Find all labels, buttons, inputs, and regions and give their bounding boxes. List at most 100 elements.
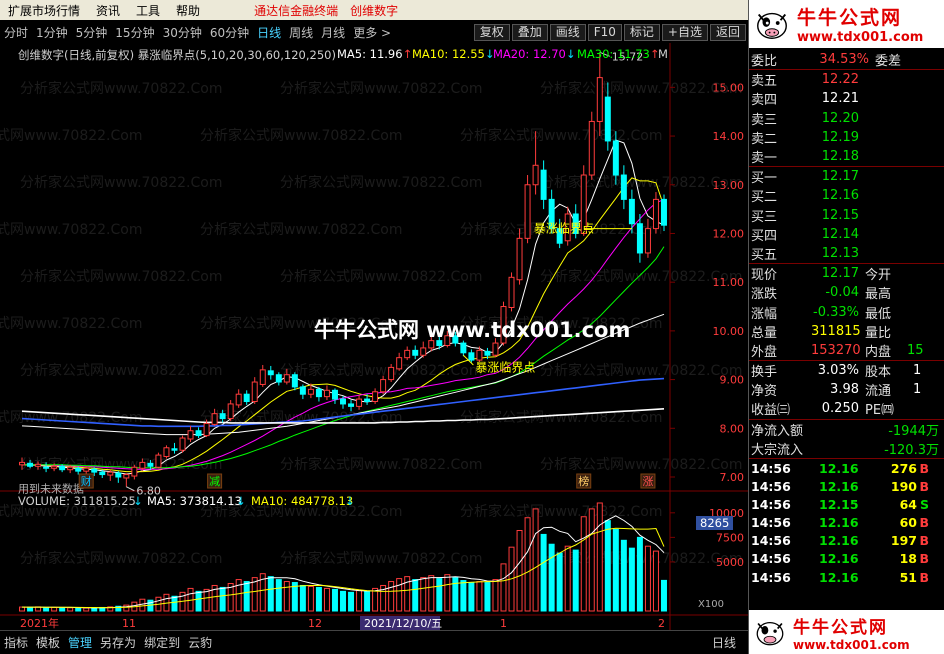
tab-template[interactable]: 模板 xyxy=(32,634,64,651)
ask-row[interactable]: 卖三 12.20 xyxy=(749,109,944,128)
background-watermark: 分析家公式网www.70822.Com xyxy=(0,127,142,144)
tick-direction: B xyxy=(919,533,929,549)
adjust-button[interactable]: 复权 xyxy=(473,24,510,41)
menu-item-help[interactable]: 帮助 xyxy=(168,2,208,19)
tab-yunbao[interactable]: 云豹 xyxy=(184,634,216,651)
overlay-button[interactable]: 叠加 xyxy=(511,24,548,41)
menu-item-news[interactable]: 资讯 xyxy=(88,2,128,19)
period-1min[interactable]: 1分钟 xyxy=(32,24,72,41)
candle-body xyxy=(27,462,34,467)
ask-label: 卖一 xyxy=(751,151,778,167)
volume-bar xyxy=(299,584,306,612)
f10-button[interactable]: F10 xyxy=(587,24,622,41)
period-intraday[interactable]: 分时 xyxy=(0,24,32,41)
bid-price: 12.14 xyxy=(821,226,859,242)
candle-body xyxy=(155,454,162,468)
background-watermark: 分析家公式网www.70822.Com xyxy=(20,268,222,285)
bid-row[interactable]: 买一 12.17 xyxy=(749,167,944,186)
tick-time: 14:56 xyxy=(751,569,791,585)
ma-more-marker: M xyxy=(658,47,668,61)
volume-bar xyxy=(307,585,314,612)
candle-body xyxy=(652,198,659,230)
ask-row[interactable]: 卖五 12.22 xyxy=(749,70,944,89)
tab-save-as[interactable]: 另存为 xyxy=(96,634,140,651)
volume-bar xyxy=(548,543,555,612)
candle-body xyxy=(380,379,387,393)
tick-row: 14:56 12.16 190 B xyxy=(749,477,944,495)
stat-label: 涨幅 xyxy=(751,306,778,322)
signal-label-upper: 暴涨临界点 xyxy=(534,221,594,236)
volume-down-arrow-icon: ↓ xyxy=(133,494,143,508)
candle-body xyxy=(356,398,363,407)
stat-value: -0.33% xyxy=(813,304,859,320)
period-weekly[interactable]: 周线 xyxy=(285,24,317,41)
background-watermark: 分析家公式网www.70822.Com xyxy=(540,362,742,379)
ask-price: 12.22 xyxy=(821,72,859,88)
bid-label: 买四 xyxy=(751,228,778,244)
tick-time: 14:56 xyxy=(751,478,791,494)
stat-label: 现价 xyxy=(751,268,778,284)
tick-price: 12.15 xyxy=(819,496,859,512)
period-daily[interactable]: 日线 xyxy=(253,24,285,41)
period-15min[interactable]: 15分钟 xyxy=(111,24,158,41)
volume-bar xyxy=(412,579,419,612)
candle-body xyxy=(460,342,467,354)
candle-body xyxy=(83,467,90,472)
candle-body xyxy=(243,393,250,403)
volume-bar xyxy=(644,545,651,612)
tab-bind-to[interactable]: 绑定到 xyxy=(140,634,184,651)
tick-volume: 190 xyxy=(890,478,917,494)
tab-indicator[interactable]: 指标 xyxy=(0,634,32,651)
candle-body xyxy=(404,349,411,359)
candle-body xyxy=(67,466,74,471)
background-watermark: 分析家公式网www.70822.Com xyxy=(20,174,222,191)
candle-body xyxy=(19,461,25,466)
candle-body xyxy=(43,466,50,469)
tick-time: 14:56 xyxy=(751,515,791,531)
tick-row: 14:56 12.15 64 S xyxy=(749,495,944,513)
stat-label-2: 今开 xyxy=(865,268,892,284)
stat-label: 总量 xyxy=(751,325,778,341)
back-button[interactable]: 返回 xyxy=(709,24,746,41)
ask-label: 卖四 xyxy=(751,93,778,109)
bid-row[interactable]: 买三 12.15 xyxy=(749,206,944,225)
stat-label: 净资 xyxy=(751,384,778,400)
tick-volume: 18 xyxy=(899,551,917,567)
bid-row[interactable]: 买五 12.13 xyxy=(749,244,944,263)
volume-bar xyxy=(628,547,635,612)
background-watermark: 分析家公式网www.70822.Com xyxy=(460,127,662,144)
stat-label-2: 最低 xyxy=(865,306,892,322)
tab-manage[interactable]: 管理 xyxy=(64,634,96,651)
ask-row[interactable]: 卖四 12.21 xyxy=(749,89,944,108)
background-watermark: 分析家公式网www.70822.Com xyxy=(280,80,482,97)
menu-item-tools[interactable]: 工具 xyxy=(128,2,168,19)
volume-bar xyxy=(348,591,355,612)
mark-button[interactable]: 标记 xyxy=(623,24,660,41)
volume-bar xyxy=(27,606,34,612)
stat-value: 3.98 xyxy=(830,382,859,398)
candle-body xyxy=(372,391,379,403)
background-watermark: 分析家公式网www.70822.Com xyxy=(200,221,402,238)
volume-bar xyxy=(524,517,531,612)
volume-bar xyxy=(139,598,146,612)
period-30min[interactable]: 30分钟 xyxy=(159,24,206,41)
ask-row[interactable]: 卖二 12.19 xyxy=(749,128,944,147)
add-watchlist-button[interactable]: +自选 xyxy=(661,24,708,41)
draw-line-button[interactable]: 画线 xyxy=(549,24,586,41)
period-5min[interactable]: 5分钟 xyxy=(72,24,112,41)
ask-row[interactable]: 卖一 12.18 xyxy=(749,147,944,166)
menu-item-extended-market[interactable]: 扩展市场行情 xyxy=(0,2,88,19)
volume-bar xyxy=(420,577,427,612)
period-60min[interactable]: 60分钟 xyxy=(206,24,253,41)
candle-body xyxy=(171,448,178,451)
bid-row[interactable]: 买四 12.14 xyxy=(749,225,944,244)
bid-row[interactable]: 买二 12.16 xyxy=(749,186,944,205)
price-tick-label: 7.00 xyxy=(720,471,745,484)
candle-body xyxy=(484,350,491,356)
period-more[interactable]: 更多 > xyxy=(349,24,395,41)
candle-body xyxy=(396,357,403,370)
period-monthly[interactable]: 月线 xyxy=(317,24,349,41)
bid-price: 12.13 xyxy=(821,245,859,261)
tick-list[interactable]: 14:56 12.16 276 B 14:56 12.16 190 B 14:56 12.15… xyxy=(749,457,944,586)
volume-bar xyxy=(444,574,451,612)
